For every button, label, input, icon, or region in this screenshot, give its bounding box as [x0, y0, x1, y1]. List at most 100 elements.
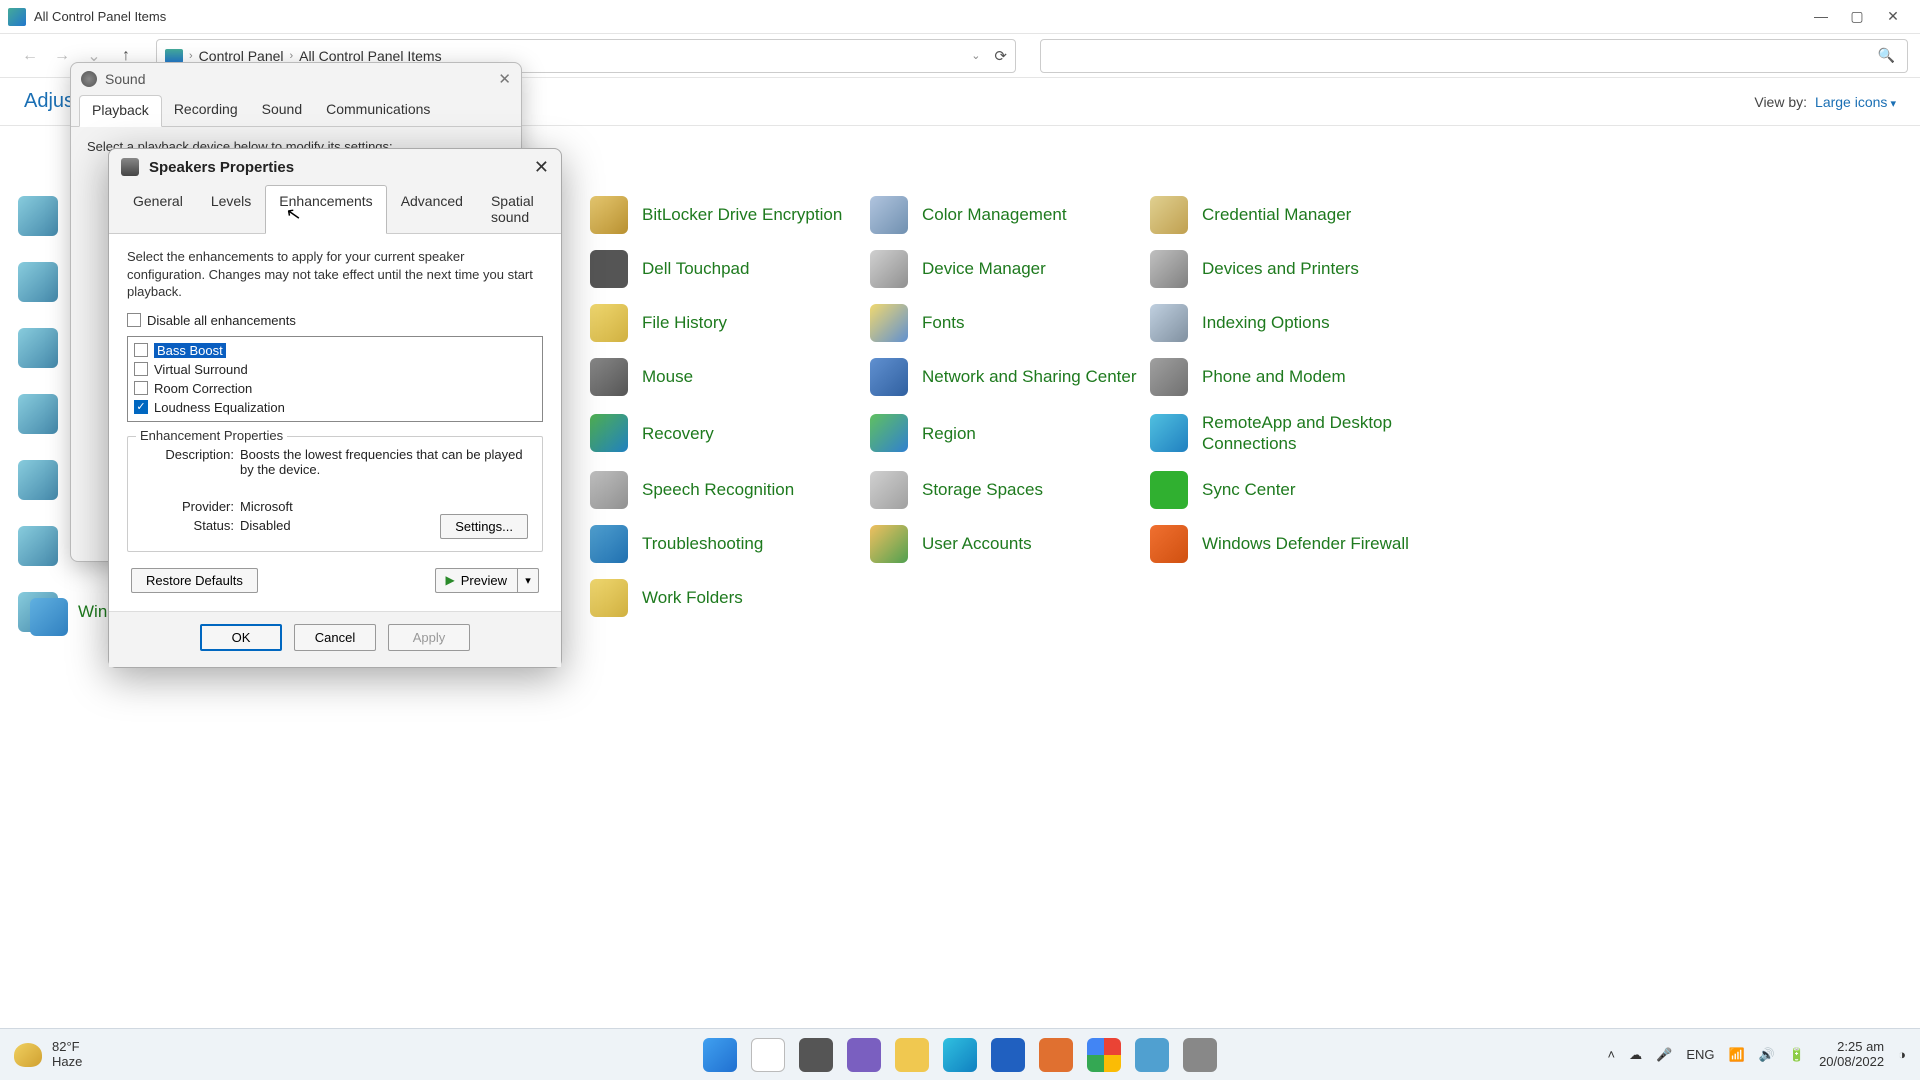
file-explorer-icon[interactable] [895, 1038, 929, 1072]
cp-item-label: Network and Sharing Center [922, 366, 1137, 387]
battery-icon[interactable]: 🔋 [1789, 1047, 1805, 1063]
enhancement-bass-boost[interactable]: Bass Boost [134, 341, 536, 360]
cp-item-network[interactable]: Network and Sharing Center [870, 358, 1150, 396]
tab-communications[interactable]: Communications [314, 95, 442, 126]
language-indicator[interactable]: ENG [1686, 1047, 1714, 1062]
cp-item-credential-manager[interactable]: Credential Manager [1150, 196, 1450, 234]
restore-defaults-button[interactable]: Restore Defaults [131, 568, 258, 593]
apply-button[interactable]: Apply [388, 624, 470, 651]
status-label: Status: [142, 518, 234, 533]
clock[interactable]: 2:25 am 20/08/2022 [1819, 1040, 1884, 1070]
cp-item-icon[interactable] [18, 460, 58, 500]
cp-item-troubleshooting[interactable]: Troubleshooting [590, 525, 870, 563]
cp-item-recovery[interactable]: Recovery [590, 412, 870, 455]
tray-overflow-icon[interactable]: ˄ [1608, 1047, 1616, 1062]
cp-item-mouse[interactable]: Mouse [590, 358, 870, 396]
nav-forward-button[interactable]: → [52, 47, 72, 65]
tab-enhancements[interactable]: Enhancements [265, 185, 386, 234]
cp-item-user-accounts[interactable]: User Accounts [870, 525, 1150, 563]
checkbox[interactable] [134, 343, 148, 357]
tab-spatial-sound[interactable]: Spatial sound [477, 185, 551, 233]
cp-item-icon[interactable] [30, 598, 68, 636]
teams-icon[interactable] [847, 1038, 881, 1072]
cp-item-speech[interactable]: Speech Recognition [590, 471, 870, 509]
tab-general[interactable]: General [119, 185, 197, 233]
checkbox[interactable] [134, 362, 148, 376]
tab-playback[interactable]: Playback [79, 95, 162, 127]
cp-item-dell-touchpad[interactable]: Dell Touchpad [590, 250, 870, 288]
enhancement-room-correction[interactable]: Room Correction [134, 379, 536, 398]
minimize-button[interactable]: — [1812, 8, 1830, 25]
checkbox[interactable] [134, 400, 148, 414]
notification-icon[interactable]: ◑ [1898, 1047, 1906, 1062]
store-icon[interactable] [991, 1038, 1025, 1072]
cp-item-region[interactable]: Region [870, 412, 1150, 455]
chevron-right-icon[interactable]: › [189, 50, 193, 62]
cp-item-storage-spaces[interactable]: Storage Spaces [870, 471, 1150, 509]
refresh-button[interactable]: ⟳ [994, 47, 1007, 65]
wifi-icon[interactable]: 📶 [1729, 1047, 1745, 1063]
breadcrumb-dropdown[interactable]: ⌄ [971, 49, 980, 62]
disable-all-checkbox-row[interactable]: Disable all enhancements [127, 313, 543, 328]
preview-button[interactable]: ▶Preview [435, 568, 517, 593]
cp-item-label: Storage Spaces [922, 479, 1043, 500]
task-view-button[interactable] [799, 1038, 833, 1072]
checkbox[interactable] [127, 313, 141, 327]
cp-item-work-folders[interactable]: Work Folders [590, 579, 870, 617]
settings-button[interactable]: Settings... [440, 514, 528, 539]
settings-icon[interactable] [1135, 1038, 1169, 1072]
weather-widget[interactable]: 82°FHaze [14, 1040, 82, 1069]
cp-item-devices-printers[interactable]: Devices and Printers [1150, 250, 1450, 288]
nav-back-button[interactable]: ← [20, 47, 40, 65]
checkbox[interactable] [134, 381, 148, 395]
cp-item-fonts[interactable]: Fonts [870, 304, 1150, 342]
start-button[interactable] [703, 1038, 737, 1072]
close-button[interactable]: ✕ [534, 157, 549, 178]
cp-item-label-partial[interactable]: Win [78, 602, 107, 622]
network-icon [870, 358, 908, 396]
view-by-dropdown[interactable]: Large icons [1815, 94, 1896, 110]
cp-item-icon[interactable] [18, 394, 58, 434]
cp-item-file-history[interactable]: File History [590, 304, 870, 342]
enhancements-list[interactable]: Bass Boost Virtual Surround Room Correct… [127, 336, 543, 422]
search-button[interactable] [751, 1038, 785, 1072]
app-icon[interactable] [1183, 1038, 1217, 1072]
cp-item-color-management[interactable]: Color Management [870, 196, 1150, 234]
enhancement-virtual-surround[interactable]: Virtual Surround [134, 360, 536, 379]
cp-item-icon[interactable] [18, 262, 58, 302]
ok-button[interactable]: OK [200, 624, 282, 651]
chevron-right-icon[interactable]: › [290, 50, 294, 62]
cancel-button[interactable]: Cancel [294, 624, 376, 651]
properties-title: Speakers Properties [149, 159, 534, 176]
cp-item-icon[interactable] [18, 196, 58, 236]
cp-item-remoteapp[interactable]: RemoteApp and Desktop Connections [1150, 412, 1450, 455]
tab-recording[interactable]: Recording [162, 95, 250, 126]
cp-item-defender-firewall[interactable]: Windows Defender Firewall [1150, 525, 1450, 563]
chrome-icon[interactable] [1087, 1038, 1121, 1072]
cp-item-label: Credential Manager [1202, 204, 1351, 225]
search-input[interactable]: 🔍 [1040, 39, 1908, 73]
close-button[interactable]: ✕ [1884, 8, 1902, 25]
close-button[interactable]: ✕ [498, 70, 511, 88]
microphone-icon [590, 471, 628, 509]
preview-dropdown[interactable]: ▾ [517, 568, 539, 593]
cp-item-icon[interactable] [18, 526, 58, 566]
onedrive-icon[interactable]: ☁ [1629, 1047, 1642, 1063]
maximize-button[interactable]: ▢ [1848, 8, 1866, 25]
cp-item-bitlocker[interactable]: BitLocker Drive Encryption [590, 196, 870, 234]
tab-levels[interactable]: Levels [197, 185, 265, 233]
cp-item-device-manager[interactable]: Device Manager [870, 250, 1150, 288]
powerpoint-icon[interactable] [1039, 1038, 1073, 1072]
tab-advanced[interactable]: Advanced [387, 185, 477, 233]
enhancement-loudness-eq[interactable]: Loudness Equalization [134, 398, 536, 417]
cp-item-phone-modem[interactable]: Phone and Modem [1150, 358, 1450, 396]
cp-item-label: Troubleshooting [642, 533, 763, 554]
cp-item-sync-center[interactable]: Sync Center [1150, 471, 1450, 509]
troubleshoot-icon [590, 525, 628, 563]
volume-icon[interactable]: 🔊 [1759, 1047, 1775, 1063]
cp-item-indexing[interactable]: Indexing Options [1150, 304, 1450, 342]
edge-icon[interactable] [943, 1038, 977, 1072]
cp-item-icon[interactable] [18, 328, 58, 368]
tab-sounds[interactable]: Sound [250, 95, 314, 126]
microphone-icon[interactable]: 🎤 [1656, 1047, 1672, 1063]
